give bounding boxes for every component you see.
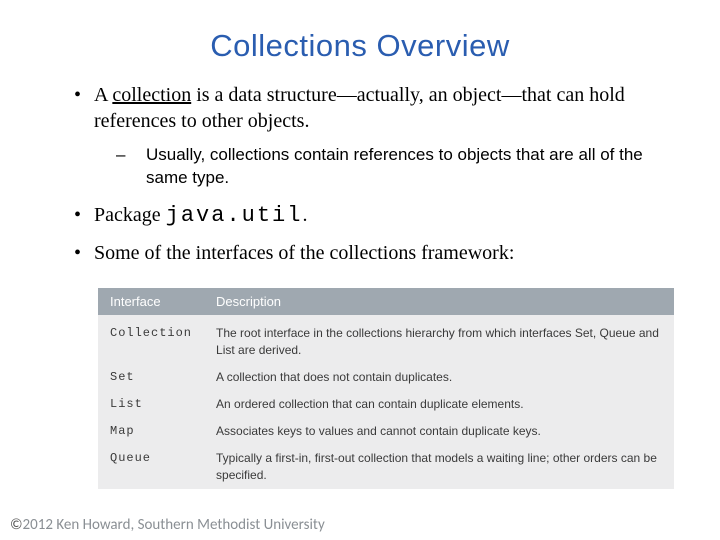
table-head-description: Description	[204, 288, 674, 315]
copyright-icon: ©	[10, 516, 23, 534]
slide-content: • A collection is a data structure—actua…	[0, 82, 720, 266]
bullet-2: • Package java.util.	[58, 202, 670, 231]
bullet-2-mono: java.util	[166, 203, 303, 228]
interfaces-table-wrap: Interface Description Collection The roo…	[98, 288, 674, 488]
interfaces-table: Interface Description Collection The roo…	[98, 288, 674, 488]
bullet-1-sub-text: Usually, collections contain references …	[146, 144, 670, 190]
cell-description: Associates keys to values and cannot con…	[204, 418, 674, 445]
bullet-dot: •	[58, 240, 94, 266]
cell-description: A collection that does not contain dupli…	[204, 364, 674, 391]
bullet-dot: •	[58, 82, 94, 134]
cell-description: An ordered collection that can contain d…	[204, 391, 674, 418]
table-row: Queue Typically a first-in, first-out co…	[98, 445, 674, 488]
bullet-3-text: Some of the interfaces of the collection…	[94, 240, 670, 266]
footer-year: 2012	[23, 516, 53, 534]
bullet-1-text: A collection is a data structure—actuall…	[94, 82, 670, 134]
bullet-2-post: .	[302, 204, 307, 226]
bullet-dot: •	[58, 202, 94, 231]
footer-author: Ken Howard, Southern Methodist Universit…	[56, 516, 324, 534]
bullet-3: • Some of the interfaces of the collecti…	[58, 240, 670, 266]
bullet-1-pre: A	[94, 84, 112, 106]
cell-description: The root interface in the collections hi…	[204, 315, 674, 363]
cell-interface: Map	[98, 418, 204, 445]
bullet-1: • A collection is a data structure—actua…	[58, 82, 670, 134]
bullet-dash: –	[116, 144, 146, 190]
bullet-1-underlined: collection	[112, 84, 191, 106]
cell-description: Typically a first-in, first-out collecti…	[204, 445, 674, 488]
bullet-2-text: Package java.util.	[94, 202, 670, 231]
table-row: Set A collection that does not contain d…	[98, 364, 674, 391]
slide-title: Collections Overview	[0, 0, 720, 82]
bullet-1-sub: – Usually, collections contain reference…	[58, 144, 670, 190]
bullet-2-pre: Package	[94, 204, 166, 226]
footer: ©2012 Ken Howard, Southern Methodist Uni…	[10, 516, 325, 534]
cell-interface: Set	[98, 364, 204, 391]
table-row: Collection The root interface in the col…	[98, 315, 674, 363]
cell-interface: Queue	[98, 445, 204, 488]
table-row: List An ordered collection that can cont…	[98, 391, 674, 418]
table-head-interface: Interface	[98, 288, 204, 315]
cell-interface: Collection	[98, 315, 204, 363]
cell-interface: List	[98, 391, 204, 418]
table-row: Map Associates keys to values and cannot…	[98, 418, 674, 445]
